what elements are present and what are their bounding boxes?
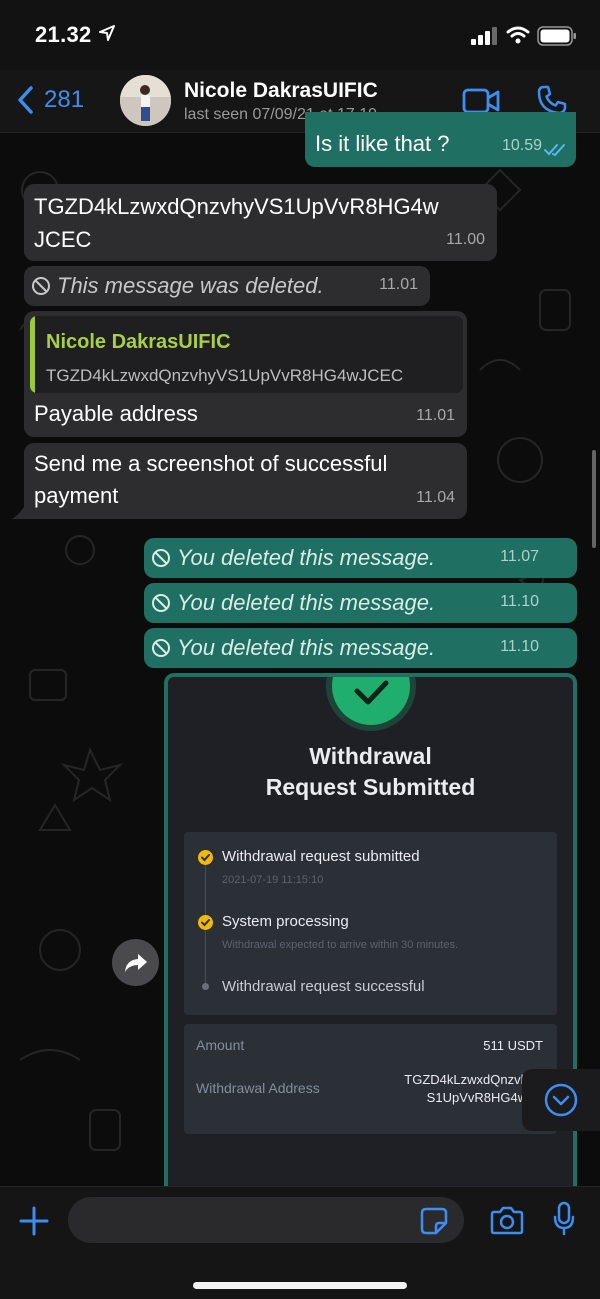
- message-time: 11.00: [446, 231, 485, 248]
- message-time: 11.01: [416, 407, 455, 424]
- message-text: You deleted this message.: [177, 590, 436, 615]
- status-bar: 21.32: [0, 0, 600, 70]
- quoted-message[interactable]: Nicole DakrasUIFIC TGZD4kLzwxdQnzvhyVS1U…: [30, 316, 463, 393]
- message-deleted-outgoing[interactable]: You deleted this message. 11.07: [144, 538, 577, 578]
- success-check-icon: [332, 677, 410, 725]
- address-label: Withdrawal Address: [196, 1080, 320, 1096]
- step-done-icon: [198, 850, 213, 865]
- image-message[interactable]: Withdrawal Request Submitted Withdrawal …: [164, 673, 577, 1203]
- blocked-icon: [32, 276, 50, 295]
- chevron-left-icon: [18, 86, 33, 114]
- back-button[interactable]: 281: [16, 85, 84, 115]
- status-time: 21.32: [35, 22, 92, 47]
- step-label: Withdrawal request submitted: [222, 848, 420, 865]
- step-pending-icon: [202, 983, 209, 990]
- message-text: Is it like that ?: [315, 131, 450, 156]
- message-time: 11.04: [416, 489, 455, 506]
- message-outgoing[interactable]: Is it like that ? 10.59: [305, 112, 576, 167]
- message-text: TGZD4kLzwxdQnzvhyVS1UpVvR8HG4w JCEC: [34, 194, 439, 252]
- message-reply[interactable]: Nicole DakrasUIFIC TGZD4kLzwxdQnzvhyVS1U…: [24, 311, 467, 437]
- withdrawal-screenshot: Withdrawal Request Submitted Withdrawal …: [168, 677, 573, 1203]
- step-label: Withdrawal request successful: [222, 978, 425, 995]
- sticker-icon[interactable]: [420, 1207, 448, 1235]
- message-time: 11.10: [500, 638, 539, 655]
- contact-avatar[interactable]: [120, 75, 171, 126]
- microphone-icon[interactable]: [552, 1201, 576, 1237]
- quoted-sender: Nicole DakrasUIFIC: [46, 331, 231, 353]
- cellular-signal-icon: [471, 27, 497, 45]
- message-text: You deleted this message.: [177, 545, 436, 570]
- withdrawal-title-line1: Withdrawal: [309, 743, 432, 769]
- read-receipt-icon: [544, 144, 565, 157]
- unread-count: 281: [44, 86, 85, 113]
- location-arrow-icon: [99, 25, 115, 41]
- step-done-icon: [198, 915, 213, 930]
- battery-icon: [537, 26, 576, 46]
- scroll-to-bottom-button[interactable]: [522, 1069, 600, 1131]
- contact-name[interactable]: Nicole DakrasUIFIC: [184, 79, 378, 103]
- message-time: 10.59: [501, 137, 542, 154]
- forward-icon: [124, 953, 147, 972]
- withdrawal-steps: Withdrawal request submitted 2021-07-19 …: [184, 832, 557, 1015]
- message-deleted-outgoing[interactable]: You deleted this message. 11.10: [144, 628, 577, 668]
- camera-icon[interactable]: [490, 1205, 524, 1235]
- message-time: 11.07: [500, 548, 539, 565]
- message-text: Payable address: [34, 401, 198, 426]
- blocked-icon: [152, 593, 170, 612]
- bubble-tail: [12, 504, 26, 519]
- message-text: This message was deleted.: [57, 273, 324, 298]
- chevron-down-circle-icon: [544, 1083, 578, 1117]
- wifi-icon: [506, 26, 530, 44]
- scrollbar[interactable]: [592, 450, 596, 548]
- message-time: 11.10: [500, 593, 539, 610]
- message-text: Send me a screenshot of successful payme…: [34, 451, 388, 508]
- message-input[interactable]: [68, 1197, 464, 1243]
- withdrawal-details: Amount 511 USDT Withdrawal Address TGZD4…: [184, 1024, 557, 1134]
- chat-screen: 21.32 281 Nicole DakrasUIFIC last seen 0…: [0, 0, 600, 1299]
- blocked-icon: [152, 638, 170, 657]
- amount-value: 511 USDT: [483, 1038, 543, 1053]
- message-text: You deleted this message.: [177, 635, 436, 660]
- message-time: 11.01: [379, 276, 418, 293]
- message-incoming[interactable]: TGZD4kLzwxdQnzvhyVS1UpVvR8HG4w JCEC 11.0…: [24, 184, 497, 261]
- video-call-icon[interactable]: [462, 88, 500, 114]
- amount-label: Amount: [196, 1037, 245, 1053]
- step-sub: Withdrawal expected to arrive within 30 …: [222, 939, 458, 951]
- plus-icon[interactable]: [18, 1205, 50, 1237]
- step-sub: 2021-07-19 11:15:10: [222, 874, 324, 886]
- step-label: System processing: [222, 913, 349, 930]
- message-deleted-outgoing[interactable]: You deleted this message. 11.10: [144, 583, 577, 623]
- quoted-text: TGZD4kLzwxdQnzvhyVS1UpVvR8HG4wJCEC: [46, 366, 404, 385]
- home-indicator[interactable]: [193, 1282, 407, 1289]
- quote-bar: [30, 316, 35, 393]
- blocked-icon: [152, 548, 170, 567]
- message-deleted-incoming[interactable]: This message was deleted. 11.01: [24, 266, 430, 306]
- message-input-bar: [0, 1186, 600, 1299]
- forward-button[interactable]: [112, 939, 159, 986]
- message-incoming[interactable]: Send me a screenshot of successful payme…: [24, 443, 467, 519]
- withdrawal-title-line2: Request Submitted: [265, 774, 476, 800]
